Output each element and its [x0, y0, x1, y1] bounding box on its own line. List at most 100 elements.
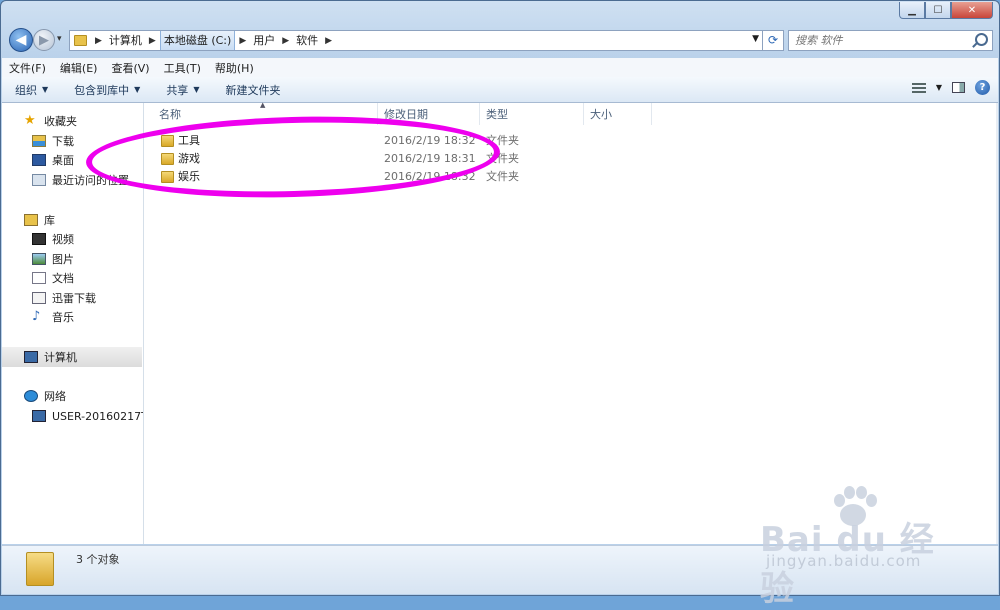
back-button[interactable]: ◀	[9, 28, 33, 52]
command-bar: 组织 ▼ 包含到库中 ▼ 共享 ▼ 新建文件夹 ▼ ?	[2, 77, 998, 103]
sidebar-label: 下载	[52, 135, 74, 148]
navigation-row: ◀ ▶ ▾ ▶ 计算机 ▶ 本地磁盘 (C:) ▶ 用户 ▶ 软件 ▶ ▼ ⟳	[9, 28, 993, 54]
file-list-pane[interactable]: 名称 ▲ 修改日期 类型 大小 工具 2016/2/19 18:32 文件夹 游…	[144, 101, 998, 544]
window-controls: ▁ ☐ ✕	[899, 2, 993, 19]
breadcrumb-local-disk[interactable]: 本地磁盘 (C:)	[159, 31, 236, 50]
navigation-pane[interactable]: ★ 收藏夹 下载 桌面 最近访问的位置 库 视频 图片 文档 迅雷下载 ♪ 音乐…	[2, 103, 144, 544]
search-icon[interactable]	[975, 33, 988, 46]
file-name: 娱乐	[178, 170, 200, 183]
folder-icon	[74, 35, 87, 46]
search-input[interactable]	[789, 31, 981, 50]
sidebar-item-documents[interactable]: 文档	[32, 268, 74, 288]
help-icon[interactable]: ?	[975, 80, 990, 95]
sidebar-label: 桌面	[52, 154, 74, 167]
menu-edit[interactable]: 编辑(E)	[53, 60, 105, 76]
column-header-type[interactable]: 类型	[480, 103, 584, 125]
sidebar-label: USER-20160217TM	[52, 409, 143, 423]
video-library-icon	[32, 233, 46, 245]
minimize-button[interactable]: ▁	[899, 2, 925, 19]
breadcrumb-users[interactable]: 用户	[250, 31, 278, 50]
menu-help[interactable]: 帮助(H)	[208, 60, 261, 76]
network-computer-icon	[32, 410, 46, 422]
sidebar-label: 文档	[52, 272, 74, 285]
pictures-library-icon	[32, 253, 46, 265]
menu-bar: 文件(F) 编辑(E) 查看(V) 工具(T) 帮助(H)	[2, 58, 998, 78]
downloads-folder-icon	[32, 135, 46, 147]
file-type: 文件夹	[486, 152, 519, 165]
sidebar-item-network-host[interactable]: USER-20160217TM	[32, 406, 143, 426]
menu-file[interactable]: 文件(F)	[2, 60, 53, 76]
sidebar-item-videos[interactable]: 视频	[32, 229, 74, 249]
computer-icon	[24, 351, 38, 363]
file-type: 文件夹	[486, 170, 519, 183]
chevron-right-icon[interactable]: ▶	[95, 36, 102, 46]
address-bar[interactable]: ▶ 计算机 ▶ 本地磁盘 (C:) ▶ 用户 ▶ 软件 ▶ ▼	[69, 30, 764, 51]
desktop-icon	[32, 154, 46, 166]
file-row[interactable]: 娱乐 2016/2/19 18:32 文件夹	[144, 168, 524, 186]
file-date: 2016/2/19 18:31	[384, 152, 476, 165]
column-header-date[interactable]: 修改日期	[378, 103, 480, 125]
star-icon: ★	[24, 113, 36, 128]
refresh-button[interactable]: ⟳	[762, 30, 784, 51]
sidebar-item-xunlei-downloads[interactable]: 迅雷下载	[32, 288, 96, 308]
pane-edge	[996, 103, 998, 544]
file-date: 2016/2/19 18:32	[384, 134, 476, 147]
sidebar-label: 网络	[44, 390, 66, 403]
forward-button[interactable]: ▶	[33, 29, 55, 51]
sidebar-label: 迅雷下载	[52, 292, 96, 305]
chevron-right-icon[interactable]: ▶	[239, 36, 246, 46]
sidebar-item-desktop[interactable]: 桌面	[32, 150, 74, 170]
file-date: 2016/2/19 18:32	[384, 170, 476, 183]
folder-icon	[161, 171, 174, 183]
breadcrumb-software[interactable]: 软件	[293, 31, 321, 50]
menu-tools[interactable]: 工具(T)	[157, 60, 208, 76]
chevron-down-icon[interactable]: ▼	[936, 83, 942, 92]
share-button[interactable]: 共享 ▼	[153, 82, 212, 98]
library-icon	[24, 214, 38, 226]
share-label: 共享	[166, 83, 189, 97]
sidebar-item-downloads[interactable]: 下载	[32, 131, 74, 151]
view-options-icon[interactable]	[911, 82, 926, 93]
organize-label: 组织	[15, 83, 37, 97]
sidebar-label: 收藏夹	[44, 115, 77, 128]
maximize-button[interactable]: ☐	[925, 2, 951, 19]
search-box[interactable]	[788, 30, 993, 51]
item-count: 3 个对象	[76, 553, 120, 566]
sidebar-item-libraries[interactable]: 库	[24, 210, 55, 230]
file-row[interactable]: 游戏 2016/2/19 18:31 文件夹	[144, 150, 524, 168]
include-in-library-button[interactable]: 包含到库中 ▼	[61, 82, 153, 98]
folder-icon	[26, 552, 54, 586]
chevron-right-icon[interactable]: ▶	[149, 36, 156, 46]
folder-icon	[161, 153, 174, 165]
organize-button[interactable]: 组织 ▼	[2, 82, 61, 98]
menu-view[interactable]: 查看(V)	[104, 60, 156, 76]
file-type: 文件夹	[486, 134, 519, 147]
sidebar-label: 音乐	[52, 311, 74, 324]
chevron-down-icon: ▼	[193, 85, 200, 94]
new-folder-label: 新建文件夹	[225, 83, 281, 97]
column-header-size[interactable]: 大小	[584, 103, 652, 125]
close-button[interactable]: ✕	[951, 2, 993, 19]
chevron-right-icon[interactable]: ▶	[325, 36, 332, 46]
documents-library-icon	[32, 272, 46, 284]
column-header-label: 名称	[159, 108, 181, 121]
sidebar-item-pictures[interactable]: 图片	[32, 249, 74, 269]
column-header-label: 修改日期	[384, 108, 428, 121]
chevron-right-icon[interactable]: ▶	[282, 36, 289, 46]
new-folder-button[interactable]: 新建文件夹	[212, 82, 293, 98]
recent-pages-dropdown[interactable]: ▾	[57, 34, 62, 44]
breadcrumb-computer[interactable]: 计算机	[106, 31, 145, 50]
folder-icon	[161, 135, 174, 147]
sidebar-label: 图片	[52, 253, 74, 266]
sidebar-item-recent-places[interactable]: 最近访问的位置	[32, 170, 129, 190]
sidebar-item-music[interactable]: ♪ 音乐	[32, 307, 74, 327]
chevron-down-icon[interactable]: ▼	[752, 34, 759, 44]
sidebar-item-favorites[interactable]: ★ 收藏夹	[24, 111, 77, 131]
explorer-window: ▁ ☐ ✕ ◀ ▶ ▾ ▶ 计算机 ▶ 本地磁盘 (C:) ▶ 用户 ▶ 软件 …	[0, 0, 1000, 596]
preview-pane-icon[interactable]	[952, 82, 965, 93]
sidebar-item-network[interactable]: 网络	[24, 386, 66, 406]
file-name: 游戏	[178, 152, 200, 165]
column-header-name[interactable]: 名称 ▲	[144, 101, 378, 125]
file-row[interactable]: 工具 2016/2/19 18:32 文件夹	[144, 132, 524, 150]
sidebar-item-computer[interactable]: 计算机	[2, 347, 142, 367]
